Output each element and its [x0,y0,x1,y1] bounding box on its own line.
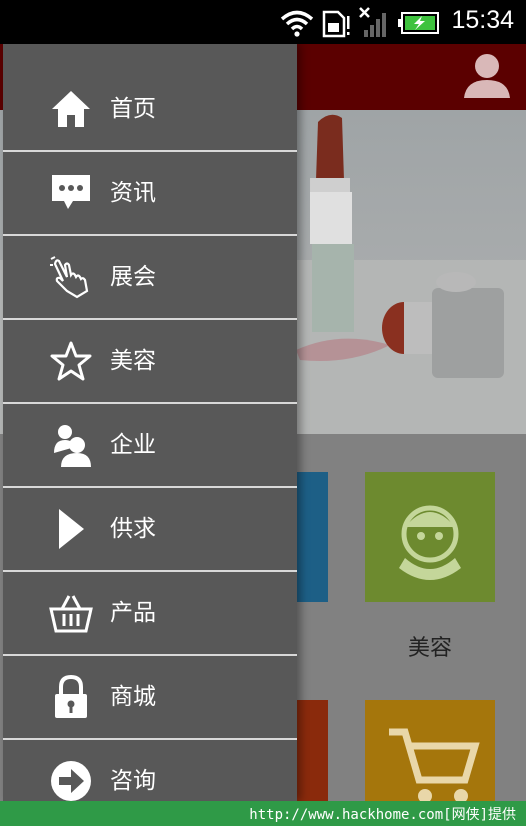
chat-bubble-icon [49,171,93,215]
drawer-item-mall[interactable]: 商城 [3,656,297,740]
star-icon [49,339,93,383]
sim-card-icon [322,10,350,38]
clock: 15:34 [451,6,514,34]
watermark-text: http://www.hackhome.com[网侠]提供 [249,807,516,823]
drawer-item-news[interactable]: 资讯 [3,152,297,236]
wifi-icon [280,10,314,37]
drawer-item-label: 美容 [110,348,156,374]
drawer-item-label: 资讯 [110,180,156,206]
watermark-bar: http://www.hackhome.com[网侠]提供 [0,801,526,826]
hand-pointer-icon [49,255,93,299]
drawer-item-enterprise[interactable]: 企业 [3,404,297,488]
drawer-item-consult[interactable]: 咨询 [3,740,297,801]
battery-charging-icon [398,12,439,34]
signal-icon [359,7,386,37]
arrow-right-circle-icon [49,759,93,801]
lock-icon [49,675,93,719]
drawer-item-label: 展会 [110,264,156,290]
user-icon[interactable] [462,52,512,100]
drawer-item-exhibition[interactable]: 展会 [3,236,297,320]
drawer-item-beauty[interactable]: 美容 [3,320,297,404]
drawer-item-label: 咨询 [110,768,156,794]
face-mask-icon [399,505,461,580]
drawer-item-home[interactable]: 首页 [3,68,297,152]
category-tile-shop[interactable] [365,700,495,801]
navigation-drawer: 首页 资讯 展会 美容 企业 供求 产品 商城 咨询 [3,44,297,801]
phone-screen: 15:34 美容 首页 资讯 展会 美容 企业 供求 产品 商城 咨询 [0,0,526,801]
status-bar: 15:34 [0,0,526,44]
basket-icon [49,591,93,635]
drawer-item-supply-demand[interactable]: 供求 [3,488,297,572]
home-icon [49,87,93,131]
drawer-item-label: 首页 [110,96,156,122]
drawer-item-products[interactable]: 产品 [3,572,297,656]
category-tile-beauty[interactable] [365,472,495,602]
drawer-item-label: 产品 [110,600,156,626]
drawer-item-label: 商城 [110,684,156,710]
people-icon [49,423,93,467]
category-tile-beauty-label: 美容 [407,636,452,661]
drawer-item-label: 供求 [110,516,156,542]
drawer-item-label: 企业 [110,432,156,458]
play-icon [49,507,93,551]
shopping-cart-icon [389,728,480,801]
